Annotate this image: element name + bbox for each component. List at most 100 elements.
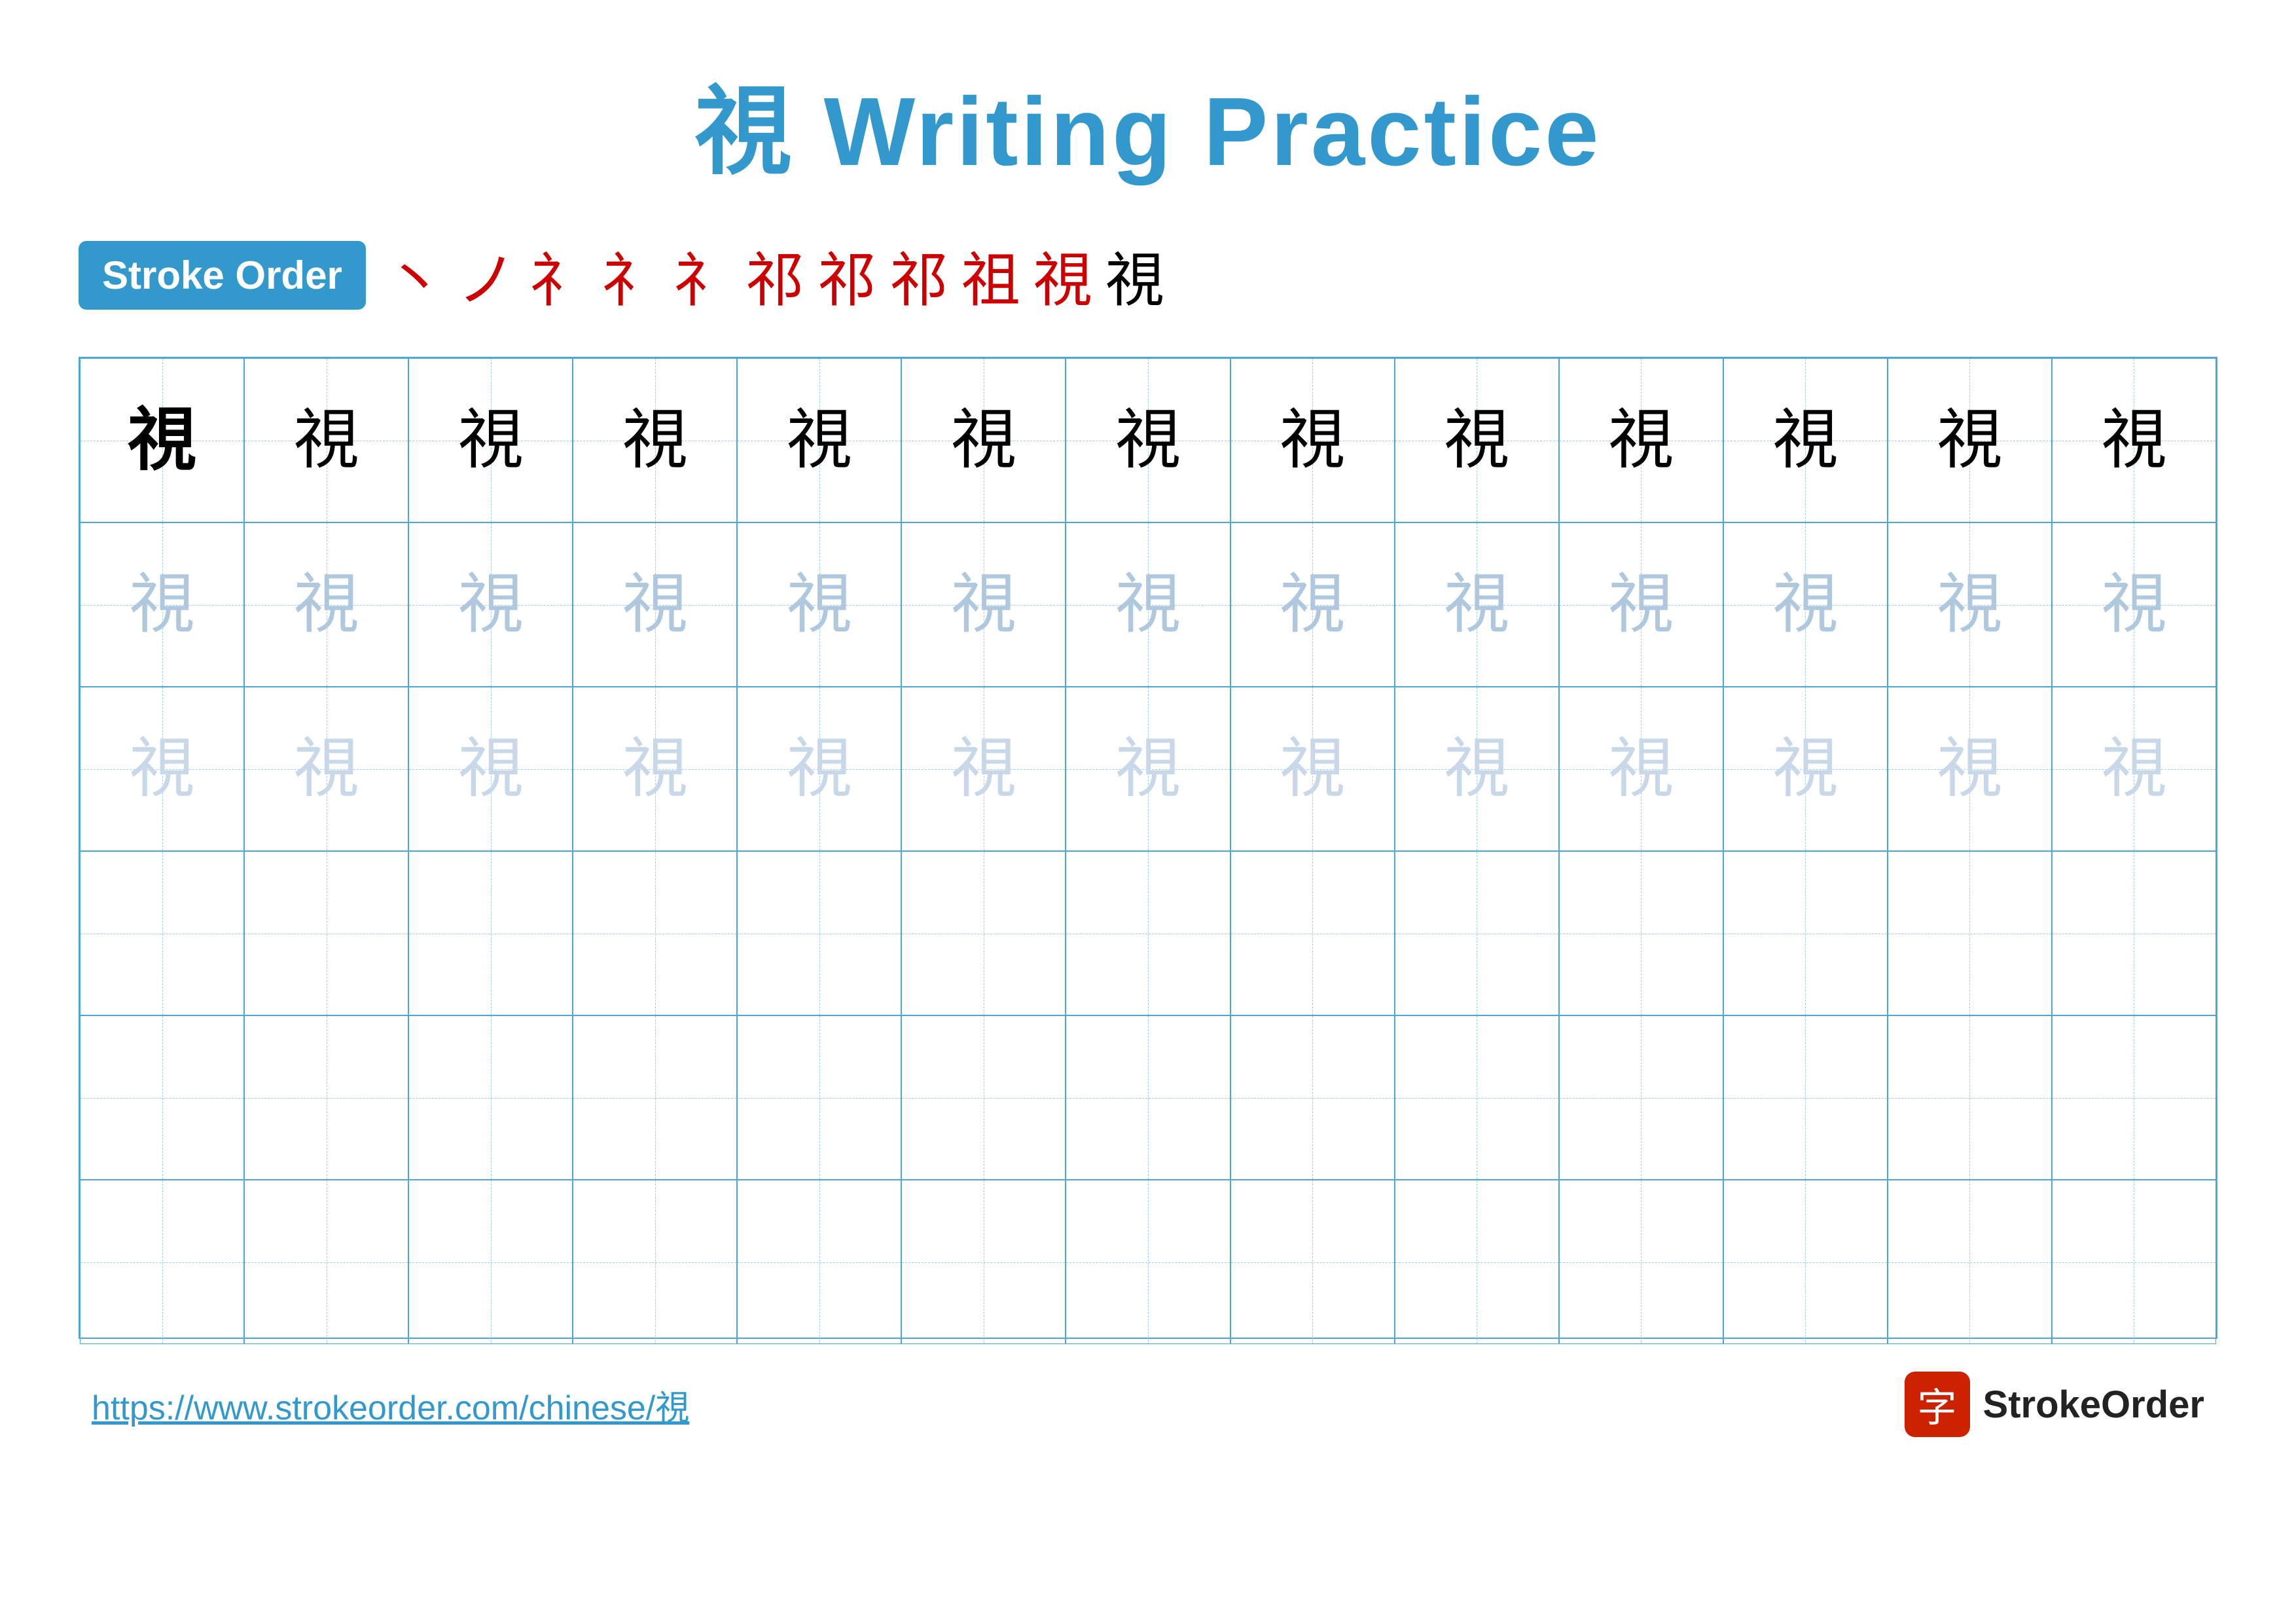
char-display: 視 — [2101, 572, 2166, 638]
char-display: 視 — [1444, 408, 1509, 473]
grid-cell-r6c7[interactable] — [1066, 1180, 1230, 1344]
char-display: 視 — [622, 737, 688, 802]
grid-cell-r6c3[interactable] — [408, 1180, 573, 1344]
grid-cell-r6c8[interactable] — [1230, 1180, 1395, 1344]
grid-cell-r4c11[interactable] — [1723, 851, 1888, 1015]
char-display: 視 — [294, 572, 359, 638]
grid-cell-r4c13[interactable] — [2052, 851, 2216, 1015]
grid-cell-r2c5: 視 — [737, 522, 901, 687]
char-display: 視 — [1444, 572, 1509, 638]
stroke-4: 礻 — [601, 232, 660, 318]
grid-cell-r1c11: 視 — [1723, 358, 1888, 522]
char-display: 視 — [1937, 737, 2002, 802]
grid-cell-r4c12[interactable] — [1888, 851, 2052, 1015]
grid-cell-r4c4[interactable] — [573, 851, 737, 1015]
char-display: 視 — [622, 408, 688, 473]
grid-cell-r5c7[interactable] — [1066, 1015, 1230, 1180]
grid-cell-r6c1[interactable] — [80, 1180, 244, 1344]
char-display: 視 — [622, 572, 688, 638]
char-display: 視 — [128, 406, 196, 475]
char-display: 視 — [1280, 737, 1345, 802]
grid-cell-r2c4: 視 — [573, 522, 737, 687]
grid-cell-r4c1[interactable] — [80, 851, 244, 1015]
logo-icon: 字 — [1905, 1372, 1970, 1437]
logo-char: 字 — [1918, 1376, 1957, 1433]
grid-cell-r3c2: 視 — [244, 687, 408, 851]
page-title: 視 Writing Practice — [694, 52, 1601, 193]
grid-cell-r1c10: 視 — [1559, 358, 1723, 522]
grid-cell-r5c13[interactable] — [2052, 1015, 2216, 1180]
grid-cell-r5c1[interactable] — [80, 1015, 244, 1180]
grid-cell-r5c12[interactable] — [1888, 1015, 2052, 1180]
grid-cell-r6c6[interactable] — [901, 1180, 1066, 1344]
grid-cell-r1c9: 視 — [1395, 358, 1559, 522]
footer: https://www.strokeorder.com/chinese/視 字 … — [79, 1372, 2217, 1437]
grid-cell-r5c2[interactable] — [244, 1015, 408, 1180]
footer-logo: 字 StrokeOrder — [1905, 1372, 2204, 1437]
grid-cell-r2c11: 視 — [1723, 522, 1888, 687]
grid-cell-r6c4[interactable] — [573, 1180, 737, 1344]
stroke-order-row: Stroke Order 丶 ノ 礻 礻 礻 祁 祁 祁 祖 視 視 — [79, 232, 2217, 318]
grid-cell-r3c1: 視 — [80, 687, 244, 851]
grid-cell-r4c5[interactable] — [737, 851, 901, 1015]
grid-cell-r1c2: 視 — [244, 358, 408, 522]
grid-cell-r6c11[interactable] — [1723, 1180, 1888, 1344]
grid-cell-r1c1: 視 — [80, 358, 244, 522]
grid-cell-r5c6[interactable] — [901, 1015, 1066, 1180]
char-display: 視 — [1280, 408, 1345, 473]
stroke-3: 礻 — [529, 232, 588, 318]
grid-cell-r5c11[interactable] — [1723, 1015, 1888, 1180]
char-display: 視 — [130, 737, 195, 802]
grid-cell-r5c8[interactable] — [1230, 1015, 1395, 1180]
grid-cell-r3c3: 視 — [408, 687, 573, 851]
grid-cell-r4c10[interactable] — [1559, 851, 1723, 1015]
grid-cell-r3c9: 視 — [1395, 687, 1559, 851]
grid-cell-r3c13: 視 — [2052, 687, 2216, 851]
grid-cell-r4c7[interactable] — [1066, 851, 1230, 1015]
grid-cell-r1c5: 視 — [737, 358, 901, 522]
grid-cell-r3c11: 視 — [1723, 687, 1888, 851]
grid-cell-r5c5[interactable] — [737, 1015, 901, 1180]
grid-cell-r5c3[interactable] — [408, 1015, 573, 1180]
char-display: 視 — [1937, 408, 2002, 473]
stroke-7: 祁 — [817, 232, 876, 318]
grid-cell-r5c10[interactable] — [1559, 1015, 1723, 1180]
stroke-sequence: 丶 ノ 礻 礻 礻 祁 祁 祁 祖 視 視 — [386, 232, 2217, 318]
grid-cell-r1c12: 視 — [1888, 358, 2052, 522]
logo-text: StrokeOrder — [1983, 1383, 2204, 1427]
grid-cell-r4c6[interactable] — [901, 851, 1066, 1015]
grid-cell-r4c3[interactable] — [408, 851, 573, 1015]
title-character: 視 — [694, 78, 794, 186]
grid-cell-r6c2[interactable] — [244, 1180, 408, 1344]
grid-cell-r3c8: 視 — [1230, 687, 1395, 851]
grid-cell-r4c8[interactable] — [1230, 851, 1395, 1015]
grid-cell-r1c8: 視 — [1230, 358, 1395, 522]
grid-cell-r2c7: 視 — [1066, 522, 1230, 687]
char-display: 視 — [951, 737, 1016, 802]
char-display: 視 — [130, 572, 195, 638]
char-display: 視 — [2101, 408, 2166, 473]
char-display: 視 — [458, 572, 524, 638]
grid-cell-r1c3: 視 — [408, 358, 573, 522]
stroke-1: 丶 — [386, 232, 444, 318]
grid-cell-r6c12[interactable] — [1888, 1180, 2052, 1344]
grid-cell-r6c10[interactable] — [1559, 1180, 1723, 1344]
char-display: 視 — [1772, 572, 1838, 638]
char-display: 視 — [1280, 572, 1345, 638]
grid-cell-r6c9[interactable] — [1395, 1180, 1559, 1344]
grid-cell-r5c4[interactable] — [573, 1015, 737, 1180]
grid-cell-r4c2[interactable] — [244, 851, 408, 1015]
grid-cell-r2c3: 視 — [408, 522, 573, 687]
grid-cell-r3c12: 視 — [1888, 687, 2052, 851]
grid-cell-r4c9[interactable] — [1395, 851, 1559, 1015]
grid-cell-r2c12: 視 — [1888, 522, 2052, 687]
grid-cell-r6c5[interactable] — [737, 1180, 901, 1344]
char-display: 視 — [787, 572, 852, 638]
grid-cell-r1c6: 視 — [901, 358, 1066, 522]
grid-cell-r5c9[interactable] — [1395, 1015, 1559, 1180]
footer-url[interactable]: https://www.strokeorder.com/chinese/視 — [92, 1380, 689, 1429]
char-display: 視 — [787, 408, 852, 473]
char-display: 視 — [1772, 408, 1838, 473]
practice-grid: 視 視 視 視 視 視 視 視 視 視 視 視 視 視 視 視 視 視 視 視 … — [79, 357, 2217, 1339]
grid-cell-r6c13[interactable] — [2052, 1180, 2216, 1344]
